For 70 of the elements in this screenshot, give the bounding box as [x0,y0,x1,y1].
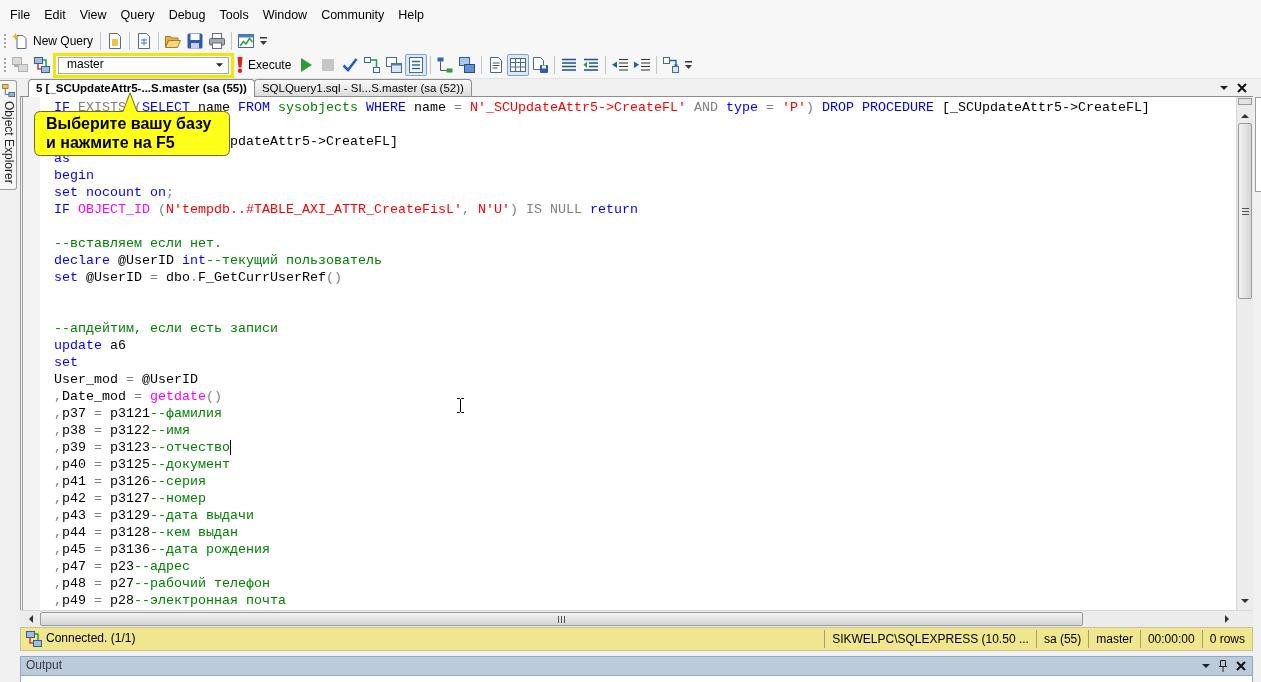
menu-item[interactable]: Community [314,4,392,25]
menu-item[interactable]: File [3,4,38,25]
status-bar-text: 0 rows [1201,630,1252,648]
grip-lines-icon [558,615,565,623]
code-line: ,p38 = p3122--имя [54,422,190,439]
code-line: ,p44 = p3128--кем выдан [54,524,238,541]
pin-icon[interactable] [1219,660,1227,672]
code-line: ,p42 = p3127--номер [54,490,206,507]
code-line: User_mod = @UserID [54,371,198,388]
code-line: declare @UserID int--текущий пользователь [54,252,382,269]
code-line: ,p45 = p3136--дата рождения [54,541,270,558]
code-line: ,Date_mod = getdate() [54,388,222,405]
menu-item[interactable]: Debug [161,4,213,25]
grip-lines-icon [1241,207,1249,215]
connected-computers-icon [26,631,42,647]
code-line: ,p40 = p3125--документ [54,456,230,473]
code-line: IF OBJECT_ID (N'tempdb..#TABLE_AXI_ATTR_CreateFisL', N'U') IS NULL return [54,201,638,218]
menu-item[interactable]: Window [255,4,315,25]
caret-icon [216,63,223,67]
scroll-thumb[interactable] [40,612,1083,626]
document-tab[interactable]: 5 [_SCUpdateAttr5-...S.master (sa (55)) [28,79,255,97]
close-icon[interactable] [1237,82,1247,93]
code-line: update a6 [54,337,126,354]
database-dropdown[interactable]: master [58,56,229,74]
status-message: Connected. (1/1) [46,631,136,647]
caret-icon[interactable] [1202,664,1210,668]
vertical-scrollbar[interactable] [1236,97,1253,610]
caret-icon[interactable] [1220,85,1228,90]
menu-item[interactable]: Query [113,4,162,25]
scroll-thumb[interactable] [1238,123,1252,299]
panel-title: Output [26,658,63,674]
code-line: ,p48 = p27--рабочий телефон [54,575,270,592]
menu-item[interactable]: Edit [37,4,73,25]
code-line: set [54,354,78,371]
toolbar-overflow-icon[interactable] [260,36,268,45]
code-line: --апдейтим, если есть записи [54,320,278,337]
code-line: ,p41 = p3126--серия [54,473,206,490]
callout-text: Выберите вашу базу и нажмите на F5 [46,114,212,152]
scroll-right-arrow-icon[interactable] [1225,615,1229,623]
code-line: set @UserID = dbo.F_GetCurrUserRef() [54,269,342,286]
status-bar-text: master [1088,630,1140,648]
status-bar-text: sa (55) [1035,630,1089,648]
side-panel-tab[interactable]: Object Explorer [0,80,17,190]
document-tab[interactable]: SQLQuery1.sql - SI...S.master (sa (52)) [253,79,472,96]
new-query-button[interactable]: New Query [9,29,98,52]
splitter-handle[interactable] [1238,98,1252,105]
scroll-up-arrow-icon[interactable] [1241,114,1249,118]
code-line: begin [54,167,94,184]
menu-item[interactable]: Help [391,4,432,25]
hierarchy-icon [1,84,15,97]
scroll-left-arrow-icon[interactable] [29,615,33,623]
horizontal-scrollbar[interactable] [20,610,1253,627]
scroll-down-arrow-icon[interactable] [1241,599,1249,603]
code-line: ,p43 = p3129--дата выдачи [54,507,254,524]
collapsed-panel-tab[interactable] [1255,97,1261,192]
code-line: ,p49 = p28--электронная почта [54,592,286,609]
execute-button[interactable]: Execute [234,54,296,76]
code-line: ,p39 = p3123--отчество [54,439,230,456]
i-beam-pointer-icon [457,398,464,413]
code-line: ,p37 = p3121--фамилия [54,405,222,422]
code-line: set nocount on; [54,184,174,201]
menu-item[interactable]: View [72,4,114,25]
close-icon[interactable] [1236,661,1246,671]
code-line: ,p47 = p23--адрес [54,558,190,575]
toolbar-overflow-icon[interactable] [685,61,693,69]
code-line: pdateAttr5->CreateFL] [229,133,398,150]
status-bar-text: SIKWELPC\SQLEXPRESS (10.50 ... [824,630,1036,648]
menu-item[interactable]: Tools [212,4,256,25]
code-line: --вставляем если нет. [54,235,222,252]
status-bar-text: 00:00:00 [1139,630,1202,648]
